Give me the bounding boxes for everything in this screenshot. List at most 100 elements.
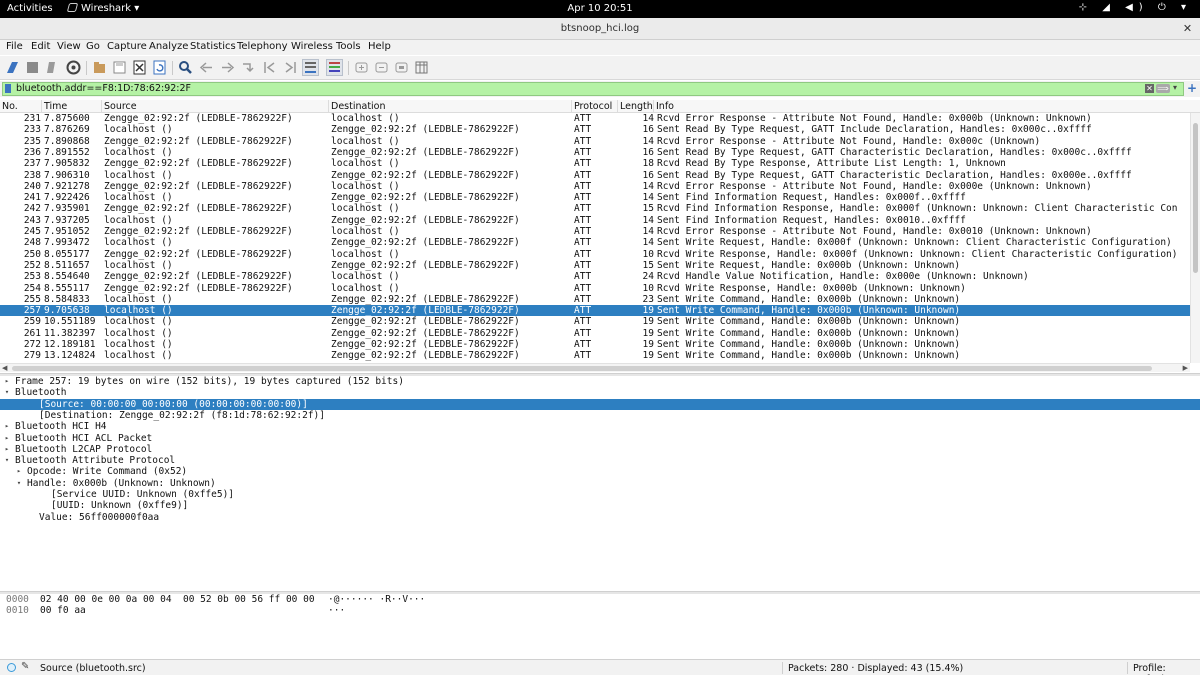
collapsed-arrow-icon[interactable]: ▸: [3, 421, 11, 432]
expanded-arrow-icon[interactable]: ▾: [3, 387, 11, 398]
reload-file-icon[interactable]: [151, 59, 168, 76]
go-to-packet-icon[interactable]: [240, 59, 257, 76]
column-header-time[interactable]: Time: [42, 100, 102, 113]
packet-row[interactable]: 279 13.124824 localhost () Zengge_02:92:2f …: [0, 350, 1190, 361]
menu-file[interactable]: File: [6, 41, 23, 52]
scrollbar-thumb[interactable]: [12, 366, 1152, 371]
capture-comment-icon[interactable]: ✎: [21, 661, 29, 672]
packet-row[interactable]: 254 8.555117 Zengge_02:92:2f (LEDBLE-78629…: [0, 283, 1190, 294]
collapsed-arrow-icon[interactable]: ▸: [3, 376, 11, 387]
bytes-hex[interactable]: 00 f0 aa: [40, 605, 86, 616]
first-packet-icon[interactable]: [261, 59, 278, 76]
detail-tree-item[interactable]: ▸ Bluetooth HCI ACL Packet: [0, 433, 1200, 444]
bytes-hex[interactable]: 02 40 00 0e 00 0a 00 04 00 52 0b 00 56 f…: [40, 594, 315, 605]
detail-tree-item[interactable]: [Source: 00:00:00_00:00:00 (00:00:00:00:…: [0, 398, 1200, 410]
filter-history-dropdown[interactable]: ▾: [1173, 83, 1177, 92]
packet-list-horizontal-scrollbar[interactable]: ◀ ▶: [0, 363, 1190, 372]
save-file-icon[interactable]: [111, 59, 128, 76]
packet-row[interactable]: 259 10.551189 localhost () Zengge_02:92:2f …: [0, 316, 1190, 327]
display-filter-input[interactable]: bluetooth.addr==F8:1D:78:62:92:2F: [2, 82, 1184, 96]
detail-tree-item[interactable]: Value: 56ff000000f0aa: [0, 512, 1200, 523]
packet-row[interactable]: 272 12.189181 localhost () Zengge_02:92:2f …: [0, 339, 1190, 350]
clear-filter-button[interactable]: ✕: [1145, 84, 1154, 93]
packet-row[interactable]: 240 7.921278 Zengge_02:92:2f (LEDBLE-78629…: [0, 181, 1190, 192]
menu-tools[interactable]: Tools: [336, 41, 361, 52]
detail-tree-item[interactable]: ▾ Bluetooth Attribute Protocol: [0, 455, 1200, 466]
detail-tree-item[interactable]: [Service UUID: Unknown (0xffe5)]: [0, 489, 1200, 500]
packet-row[interactable]: 255 8.584833 localhost () Zengge_02:92:2f (…: [0, 294, 1190, 305]
column-header-info[interactable]: Info: [654, 100, 1200, 113]
packet-row[interactable]: 250 8.055177 Zengge_02:92:2f (LEDBLE-78629…: [0, 249, 1190, 260]
menu-analyze[interactable]: Analyze: [149, 41, 188, 52]
column-header-source[interactable]: Source: [102, 100, 329, 113]
zoom-out-icon[interactable]: [373, 59, 390, 76]
scroll-right-icon[interactable]: ▶: [1183, 364, 1188, 372]
menu-edit[interactable]: Edit: [31, 41, 50, 52]
detail-tree-item[interactable]: ▸ Bluetooth L2CAP Protocol: [0, 444, 1200, 455]
detail-tree-item[interactable]: [Destination: Zengge_02:92:2f (f8:1d:78:…: [0, 410, 1200, 421]
collapsed-arrow-icon[interactable]: ▸: [3, 433, 11, 444]
bytes-offset[interactable]: 0010: [6, 605, 29, 616]
app-menu-button[interactable]: Wireshark ▾: [66, 3, 139, 14]
menu-statistics[interactable]: Statistics: [190, 41, 236, 52]
close-file-icon[interactable]: [131, 59, 148, 76]
find-packet-icon[interactable]: [177, 59, 194, 76]
filter-bookmark-icon[interactable]: [5, 84, 11, 93]
autoscroll-icon[interactable]: [302, 59, 319, 76]
packet-row[interactable]: 245 7.951052 Zengge_02:92:2f (LEDBLE-78629…: [0, 226, 1190, 237]
go-forward-icon[interactable]: [219, 59, 236, 76]
packet-row[interactable]: 248 7.993472 localhost () Zengge_02:92:2f (…: [0, 237, 1190, 248]
close-window-button[interactable]: ✕: [1181, 22, 1194, 35]
detail-tree-item[interactable]: ▾ Bluetooth: [0, 387, 1200, 398]
packet-row[interactable]: 231 7.875600 Zengge_02:92:2f (LEDBLE-78629…: [0, 113, 1190, 124]
packet-row[interactable]: 257 9.705638 localhost () Zengge_02:92:2f (…: [0, 305, 1190, 317]
column-header-length[interactable]: Length: [618, 100, 654, 113]
colorize-icon[interactable]: [326, 59, 343, 76]
add-filter-button[interactable]: +: [1187, 81, 1197, 95]
ready-status-icon[interactable]: [7, 663, 16, 672]
packet-bytes-pane[interactable]: 0000 02 40 00 0e 00 0a 00 04 00 52 0b 00 …: [0, 594, 1200, 658]
bytes-offset[interactable]: 0000: [6, 594, 29, 605]
bytes-ascii[interactable]: ···: [328, 605, 345, 616]
column-header-protocol[interactable]: Protocol: [572, 100, 618, 113]
status-profile[interactable]: Profile: Default: [1133, 663, 1200, 675]
menu-capture[interactable]: Capture: [107, 41, 147, 52]
menu-help[interactable]: Help: [368, 41, 391, 52]
packet-row[interactable]: 243 7.937205 localhost () Zengge_02:92:2f (…: [0, 215, 1190, 226]
column-header-destination[interactable]: Destination: [329, 100, 572, 113]
system-tray-icons[interactable]: ⊹ ◢ ◀) ⏻ ▾: [1079, 2, 1192, 13]
packet-list-vertical-scrollbar[interactable]: [1190, 113, 1200, 363]
packet-row[interactable]: 233 7.876269 localhost () Zengge_02:92:2f (…: [0, 124, 1190, 135]
detail-tree-item[interactable]: [UUID: Unknown (0xffe9)]: [0, 500, 1200, 511]
collapsed-arrow-icon[interactable]: ▸: [3, 444, 11, 455]
packet-row[interactable]: 253 8.554640 Zengge_02:92:2f (LEDBLE-78629…: [0, 271, 1190, 282]
menu-wireless[interactable]: Wireless: [291, 41, 333, 52]
packet-row[interactable]: 236 7.891552 localhost () Zengge_02:92:2f (…: [0, 147, 1190, 158]
apply-filter-button[interactable]: ⟹: [1156, 84, 1170, 93]
start-capture-icon[interactable]: [4, 59, 21, 76]
detail-tree-item[interactable]: ▸ Bluetooth HCI H4: [0, 421, 1200, 432]
packet-row[interactable]: 241 7.922426 localhost () Zengge_02:92:2f (…: [0, 192, 1190, 203]
menu-view[interactable]: View: [57, 41, 81, 52]
bytes-ascii[interactable]: ·@······ ·R··V···: [328, 594, 425, 605]
collapsed-arrow-icon[interactable]: ▸: [15, 466, 23, 477]
detail-tree-item[interactable]: ▸ Opcode: Write Command (0x52): [0, 466, 1200, 477]
clock[interactable]: Apr 10 20:51: [0, 3, 1200, 14]
last-packet-icon[interactable]: [282, 59, 299, 76]
packet-list[interactable]: No. Time Source Destination Protocol Len…: [0, 100, 1200, 373]
detail-tree-item[interactable]: ▾ Handle: 0x000b (Unknown: Unknown): [0, 478, 1200, 489]
normal-size-icon[interactable]: [393, 59, 410, 76]
open-file-icon[interactable]: [91, 59, 108, 76]
detail-tree-item[interactable]: ▸ Frame 257: 19 bytes on wire (152 bits),…: [0, 376, 1200, 387]
packet-row[interactable]: 235 7.890868 Zengge_02:92:2f (LEDBLE-78629…: [0, 136, 1190, 147]
expanded-arrow-icon[interactable]: ▾: [3, 455, 11, 466]
packet-row[interactable]: 252 8.511657 localhost () Zengge_02:92:2f (…: [0, 260, 1190, 271]
scrollbar-thumb[interactable]: [1193, 123, 1198, 273]
packet-row[interactable]: 237 7.905832 Zengge_02:92:2f (LEDBLE-78629…: [0, 158, 1190, 169]
menu-go[interactable]: Go: [86, 41, 100, 52]
stop-capture-icon[interactable]: [24, 59, 41, 76]
go-back-icon[interactable]: [198, 59, 215, 76]
scroll-left-icon[interactable]: ◀: [2, 364, 7, 372]
zoom-in-icon[interactable]: [353, 59, 370, 76]
resize-columns-icon[interactable]: [413, 59, 430, 76]
